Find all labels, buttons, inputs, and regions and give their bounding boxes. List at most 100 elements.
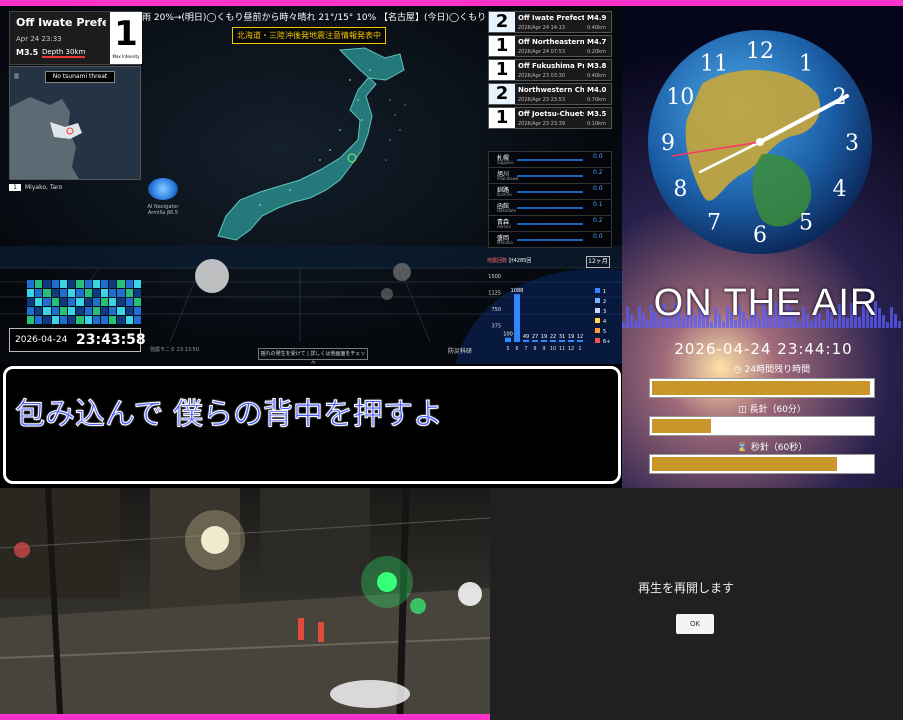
histogram-total: 計4285回 <box>508 258 532 264</box>
bar-value-label: 1088 <box>511 288 524 294</box>
list-depth: 0.40km <box>587 73 606 79</box>
x-tick-label: 10 <box>550 346 556 352</box>
list-item[interactable]: 2 Northwestern Chib 2026/Apr 23 23:53 M4… <box>488 83 612 105</box>
bar-value-label: 100 <box>503 332 513 338</box>
histogram-range-button[interactable]: 12ヶ月 <box>586 256 610 268</box>
legend-label: 3 <box>603 309 606 315</box>
x-tick-label: 7 <box>524 346 527 352</box>
region-bar <box>517 239 583 241</box>
quake-magnitude: M3.5 <box>16 48 39 57</box>
histogram-title-text: 地震回数 <box>487 258 508 264</box>
ok-button[interactable]: OK <box>676 614 714 634</box>
list-intensity: 1 <box>489 60 515 80</box>
analog-globe-clock: 12 1234567891011 <box>648 30 872 254</box>
bar-value-label: 22 <box>550 334 556 340</box>
x-tick-label: 8 <box>533 346 536 352</box>
list-intensity: 2 <box>489 12 515 32</box>
monitor-credit: 強震モニタ 23:13:50 <box>150 347 200 353</box>
legend-swatch <box>595 328 600 333</box>
regional-intensity-list: 札幌 Sapporo 0.0 旭川 Asahikawa 0.2 釧路 Kushiro 0.0… <box>488 151 612 248</box>
legend-label: 5 <box>603 329 606 335</box>
tsunami-status: No tsunami threat <box>45 71 115 83</box>
clock-number: 3 <box>845 131 859 156</box>
list-item[interactable]: 1 Off Joetsu-Chuetsu 2026/Apr 23 23:39 M… <box>488 107 612 129</box>
day-remaining-text: 24時間残り時間 <box>744 365 811 375</box>
list-item[interactable]: 2 Off Iwate Prefectur 2026/Apr 24 14:13 … <box>488 11 612 33</box>
navigator-version: Armilla β6.5 <box>147 210 179 216</box>
list-depth: 0.40km <box>587 25 606 31</box>
region-row: 釧路 Kushiro 0.0 <box>489 184 611 200</box>
current-quake-card: Off Iwate Prefe Apr 24 23:33 M3.5 Depth … <box>9 11 142 65</box>
x-tick-label: 9 <box>542 346 545 352</box>
clock-number: 8 <box>673 177 687 202</box>
legend-swatch <box>595 298 600 303</box>
weather-ticker: 雨 20%→(明日)◯くもり昼前から時々晴れ 21°/15° 10% 【名古屋】… <box>142 13 490 23</box>
nied-label: 防災科研 <box>448 348 473 355</box>
street-camera-feed <box>0 488 490 714</box>
list-magnitude: M4.0 <box>587 86 607 94</box>
max-intensity-label: Max Intensity <box>112 54 140 59</box>
street-scene <box>0 488 490 714</box>
minute-hand-text: 長針（60分） <box>749 405 806 415</box>
video-player-overlay: 再生を再開します OK <box>490 488 903 720</box>
x-tick-label: 11 <box>559 346 565 352</box>
visualizer-bar <box>898 321 901 328</box>
region-value: 0.0 <box>593 233 603 240</box>
ai-navigator: AI Navigator Armilla β6.5 <box>140 178 186 216</box>
legend-label: 1 <box>603 289 606 295</box>
histogram-bar <box>559 340 565 342</box>
list-intensity: 1 <box>489 36 515 56</box>
bar-fill <box>652 419 712 433</box>
day-remaining-bar <box>649 378 875 398</box>
region-sub: Kushiro <box>497 192 512 197</box>
region-row: 札幌 Sapporo 0.0 <box>489 152 611 168</box>
clock-number: 5 <box>799 211 813 236</box>
y-tick-label: 375 <box>491 324 501 330</box>
visualizer-bar <box>630 314 633 328</box>
quake-count-histogram: 地震回数 計4285回 12ヶ月 1500 1125 750 375 100 5 1088 6… <box>455 252 622 364</box>
histogram-bar <box>577 340 583 342</box>
legend-swatch <box>595 288 600 293</box>
clock-center <box>756 138 764 146</box>
region-row: 函館 Hakodate 0.1 <box>489 200 611 216</box>
legend-swatch <box>595 308 600 313</box>
y-tick-label: 1125 <box>488 291 501 297</box>
list-location: Off Iwate Prefectur <box>518 14 584 22</box>
lyrics-text: 包み込んで 僕らの背中を押すよ <box>14 397 444 433</box>
list-item[interactable]: 1 Off Fukushima Pre 2026/Apr 23 03:30 M3… <box>488 59 612 81</box>
region-bar <box>517 159 583 161</box>
x-tick-label: 5 <box>506 346 509 352</box>
histogram-bar <box>514 294 520 342</box>
digital-clock: 2026-04-24 23:43:58 <box>9 328 146 352</box>
x-tick-label: 12 <box>568 346 574 352</box>
station-intensity-badge: 1 <box>9 184 21 191</box>
region-sub: Asahikawa <box>497 176 519 181</box>
second-hand-bar <box>649 454 875 474</box>
bar-value-label: 31 <box>559 334 565 340</box>
region-bar <box>517 175 583 177</box>
clock-date: 2026-04-24 <box>15 335 68 345</box>
bar-fill <box>652 457 837 471</box>
list-item[interactable]: 1 Off Northeastern A 2026/Apr 24 07:53 M… <box>488 35 612 57</box>
japan-map <box>217 47 406 241</box>
region-value: 0.0 <box>593 185 603 192</box>
region-bar <box>517 207 583 209</box>
list-location: Off Joetsu-Chuetsu <box>518 110 584 118</box>
list-intensity: 2 <box>489 84 515 104</box>
depth-sphere-small <box>381 288 393 300</box>
minute-hand-bar <box>649 416 875 436</box>
region-bar <box>517 223 583 225</box>
legend-swatch <box>595 318 600 323</box>
list-location: Off Fukushima Pre <box>518 62 584 70</box>
histogram-title: 地震回数 計4285回 <box>487 257 531 264</box>
list-magnitude: M3.5 <box>587 110 607 118</box>
minute-icon: ◫ <box>738 405 750 415</box>
region-value: 0.2 <box>593 169 603 176</box>
clock-number: 6 <box>753 223 767 248</box>
list-time: 2026/Apr 23 23:39 <box>518 121 566 127</box>
quake-location: Off Iwate Prefe <box>16 16 106 29</box>
legend-label: 2 <box>603 299 606 305</box>
list-magnitude: M3.8 <box>587 62 607 70</box>
list-magnitude: M4.7 <box>587 38 607 46</box>
check-other-screen-note: 揺れの発生を受けて | 詳しくは他画面をチェック <box>258 348 368 364</box>
